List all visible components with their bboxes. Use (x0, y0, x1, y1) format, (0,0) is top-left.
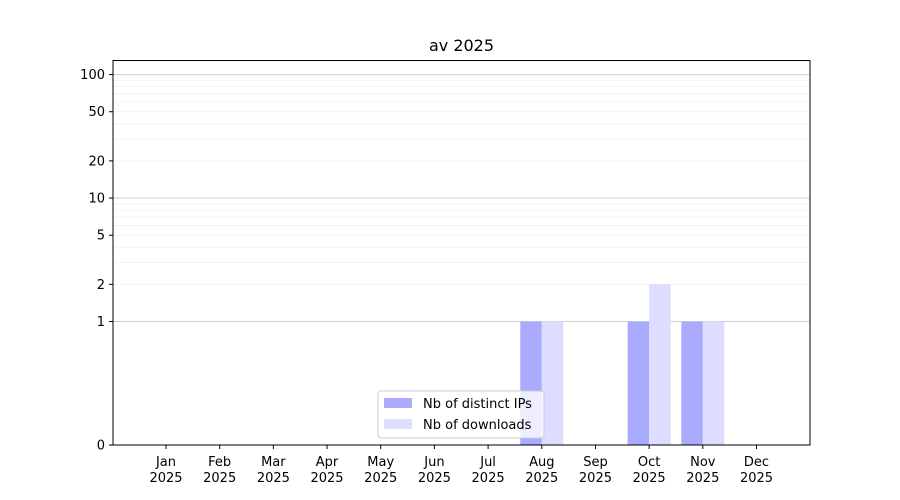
y-tick-label: 2 (97, 278, 105, 293)
bar-downloads (541, 321, 564, 445)
y-tick-label: 50 (88, 105, 105, 120)
legend-label: Nb of distinct IPs (423, 397, 532, 412)
grid (113, 74, 810, 323)
legend-swatch (384, 419, 412, 429)
y-tick-label: 20 (88, 154, 105, 169)
chart-title: av 2025 (429, 36, 494, 55)
bar-distinct-ips (627, 321, 650, 445)
y-tick-label: 10 (88, 192, 105, 207)
x-tick-label: May 2025 (364, 455, 397, 486)
bar-distinct-ips (681, 321, 703, 445)
legend-swatch (384, 398, 412, 408)
legend-label: Nb of downloads (423, 418, 532, 433)
y-tick-label: 1 (97, 315, 105, 330)
bar-downloads (649, 284, 671, 445)
y-tick-label: 5 (97, 229, 105, 244)
chart: av 2025 0125102050100 Jan 2025Feb 2025Mar 2… (0, 0, 900, 500)
x-tick-label: Aug 2025 (525, 455, 558, 486)
y-tick-label: 0 (97, 439, 105, 454)
x-tick-label: Dec 2025 (740, 455, 773, 486)
bar-downloads (702, 321, 725, 445)
x-tick-label: Nov 2025 (686, 455, 719, 486)
legend: Nb of distinct IPs Nb of downloads (377, 390, 545, 439)
x-tick-label: Mar 2025 (257, 455, 290, 486)
x-tick-label: Sep 2025 (579, 455, 612, 486)
y-tick-label: 100 (80, 68, 105, 83)
